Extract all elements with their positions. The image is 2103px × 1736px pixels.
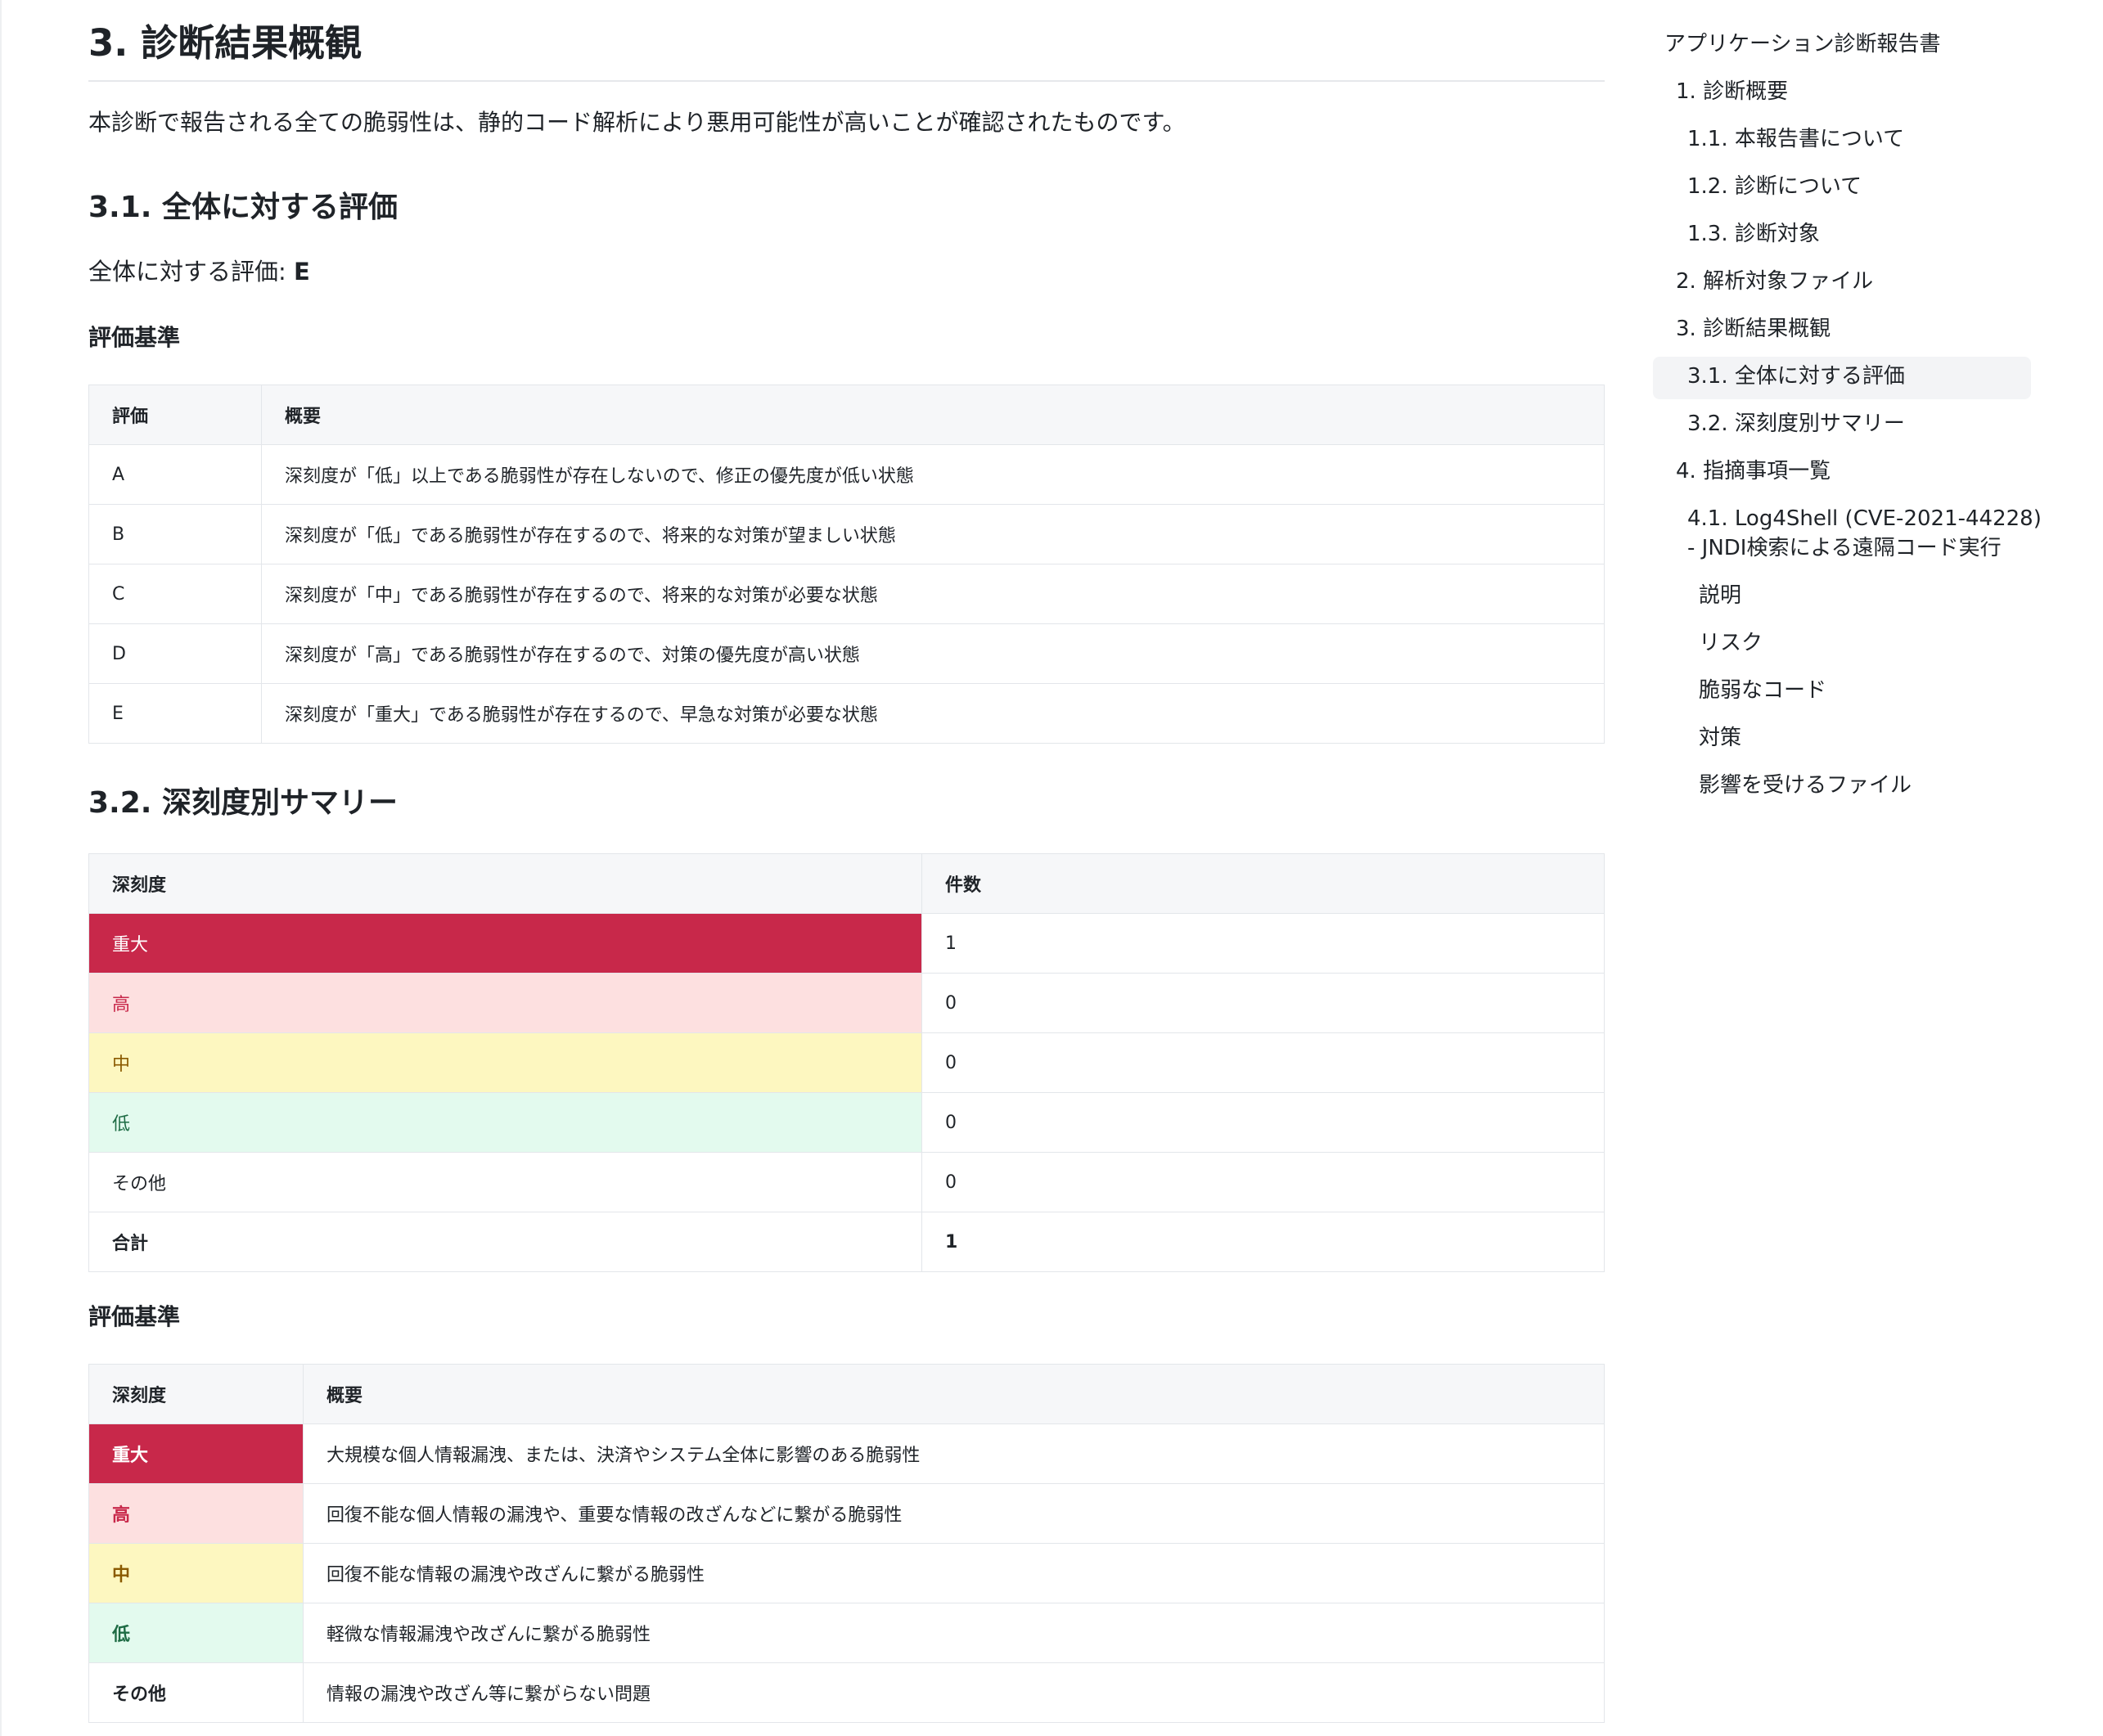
severity-cell-low: 低 — [88, 1603, 304, 1663]
desc-cell: 深刻度が「高」である脆弱性が存在するので、対策の優先度が高い状態 — [261, 623, 1605, 684]
severity-cell-critical: 重大 — [88, 1423, 304, 1484]
desc-cell: 回復不能な情報の漏洩や改ざんに繋がる脆弱性 — [303, 1543, 1605, 1603]
desc-cell: 深刻度が「中」である脆弱性が存在するので、将来的な対策が必要な状態 — [261, 564, 1605, 624]
overall-rating-value: E — [294, 258, 310, 286]
grade-cell: E — [88, 683, 262, 744]
count-cell: 0 — [921, 1152, 1605, 1212]
table-row: 高0 — [88, 973, 1605, 1033]
toc-link-risk[interactable]: リスク — [1699, 628, 1763, 658]
toc-title-link[interactable]: アプリケーション診断報告書 — [1664, 29, 1940, 59]
overall-heading: 3.1. 全体に対する評価 — [88, 191, 398, 224]
desc-cell: 深刻度が「重大」である脆弱性が存在するので、早急な対策が必要な状態 — [261, 683, 1605, 744]
column-header: 評価 — [88, 385, 262, 445]
toc-link-3-1[interactable]: 3.1. 全体に対する評価 — [1687, 362, 1905, 391]
severity-cell-high: 高 — [88, 973, 922, 1033]
table-header-row: 深刻度 概要 — [88, 1364, 1605, 1424]
total-label-cell: 合計 — [88, 1212, 922, 1272]
table-row: その他 情報の漏洩や改ざん等に繋がらない問題 — [88, 1662, 1605, 1723]
toc-link-4[interactable]: 4. 指摘事項一覧 — [1676, 456, 1831, 486]
desc-cell: 回復不能な個人情報の漏洩や、重要な情報の改ざんなどに繋がる脆弱性 — [303, 1483, 1605, 1544]
severity-cell-other: その他 — [88, 1152, 922, 1212]
toc-link-countermeasure[interactable]: 対策 — [1699, 723, 1741, 753]
toc-link-3[interactable]: 3. 診断結果概観 — [1676, 314, 1831, 344]
column-header: 件数 — [921, 853, 1605, 914]
table-row: 低軽微な情報漏洩や改ざんに繋がる脆弱性 — [88, 1603, 1605, 1663]
toc-link-vulnerable-code[interactable]: 脆弱なコード — [1699, 676, 1826, 705]
table-row: D 深刻度が「高」である脆弱性が存在するので、対策の優先度が高い状態 — [88, 623, 1605, 684]
toc-link-2[interactable]: 2. 解析対象ファイル — [1676, 267, 1873, 296]
table-row: 重大 1 — [88, 913, 1605, 974]
table-row: A 深刻度が「低」以上である脆弱性が存在しないので、修正の優先度が低い状態 — [88, 444, 1605, 505]
count-cell: 0 — [921, 973, 1605, 1033]
severity-cell-medium: 中 — [88, 1543, 304, 1603]
table-row: その他 0 — [88, 1152, 1605, 1212]
desc-cell: 深刻度が「低」以上である脆弱性が存在しないので、修正の優先度が低い状態 — [261, 444, 1605, 505]
grade-cell: D — [88, 623, 262, 684]
desc-cell: 大規模な個人情報漏洩、または、決済やシステム全体に影響のある脆弱性 — [303, 1423, 1605, 1484]
table-row-total: 合計 1 — [88, 1212, 1605, 1272]
column-header: 概要 — [303, 1364, 1605, 1424]
grade-cell: A — [88, 444, 262, 505]
desc-cell: 情報の漏洩や改ざん等に繋がらない問題 — [303, 1662, 1605, 1723]
column-header: 深刻度 — [88, 1364, 304, 1424]
desc-cell: 深刻度が「低」である脆弱性が存在するので、将来的な対策が望ましい状態 — [261, 504, 1605, 564]
table-row: 重大 大規模な個人情報漏洩、または、決済やシステム全体に影響のある脆弱性 — [88, 1423, 1605, 1484]
table-row: B 深刻度が「低」である脆弱性が存在するので、将来的な対策が望ましい状態 — [88, 504, 1605, 564]
grade-cell: B — [88, 504, 262, 564]
desc-cell: 軽微な情報漏洩や改ざんに繋がる脆弱性 — [303, 1603, 1605, 1663]
toc-link-1-3[interactable]: 1.3. 診断対象 — [1687, 219, 1820, 249]
left-border — [0, 0, 2, 1736]
count-cell: 0 — [921, 1092, 1605, 1153]
toc-link-3-2[interactable]: 3.2. 深刻度別サマリー — [1687, 409, 1905, 438]
severity-criteria-heading: 評価基準 — [88, 1303, 181, 1330]
severity-cell-high: 高 — [88, 1483, 304, 1544]
toc-link-description[interactable]: 説明 — [1699, 581, 1741, 610]
table-header-row: 深刻度 件数 — [88, 853, 1605, 914]
toc-link-1[interactable]: 1. 診断概要 — [1676, 77, 1788, 106]
column-header: 概要 — [261, 385, 1605, 445]
table-row: 低0 — [88, 1092, 1605, 1153]
grade-cell: C — [88, 564, 262, 624]
table-row: 高回復不能な個人情報の漏洩や、重要な情報の改ざんなどに繋がる脆弱性 — [88, 1483, 1605, 1544]
severity-summary-table: 深刻度 件数 重大 1 高0 中0 低0 その他 0 合計 1 — [88, 853, 1605, 1272]
total-count-cell: 1 — [921, 1212, 1605, 1272]
overall-rating: 全体に対する評価: E — [88, 255, 310, 288]
count-cell: 0 — [921, 1032, 1605, 1093]
severity-criteria-table: 深刻度 概要 重大 大規模な個人情報漏洩、または、決済やシステム全体に影響のある脆… — [88, 1364, 1605, 1723]
toc-link-4-1[interactable]: 4.1. Log4Shell (CVE-2021-44228) — [1687, 504, 2042, 533]
page-title: 3. 診断結果概観 — [88, 0, 1605, 82]
table-row: 中0 — [88, 1032, 1605, 1093]
grade-criteria-heading: 評価基準 — [88, 324, 181, 351]
intro-text: 本診断で報告される全ての脆弱性は、静的コード解析により悪用可能性が高いことが確認… — [88, 109, 1186, 136]
toc-link-4-1-cont[interactable]: - JNDI検索による遠隔コード実行 — [1687, 533, 2002, 563]
toc-link-1-2[interactable]: 1.2. 診断について — [1687, 172, 1862, 201]
table-row: C 深刻度が「中」である脆弱性が存在するので、将来的な対策が必要な状態 — [88, 564, 1605, 624]
summary-heading: 3.2. 深刻度別サマリー — [88, 786, 398, 820]
table-row: E 深刻度が「重大」である脆弱性が存在するので、早急な対策が必要な状態 — [88, 683, 1605, 744]
grade-criteria-table: 評価 概要 A 深刻度が「低」以上である脆弱性が存在しないので、修正の優先度が低い… — [88, 385, 1605, 744]
toc-link-1-1[interactable]: 1.1. 本報告書について — [1687, 124, 1904, 154]
main-content: 3. 診断結果概観 本診断で報告される全ての脆弱性は、静的コード解析により悪用可… — [88, 0, 1605, 1723]
severity-cell-low: 低 — [88, 1092, 922, 1153]
toc-link-affected-files[interactable]: 影響を受けるファイル — [1699, 771, 1912, 800]
severity-cell-medium: 中 — [88, 1032, 922, 1093]
count-cell: 1 — [921, 913, 1605, 974]
table-row: 中回復不能な情報の漏洩や改ざんに繋がる脆弱性 — [88, 1543, 1605, 1603]
severity-cell-critical: 重大 — [88, 913, 922, 974]
overall-rating-label: 全体に対する評価: — [88, 258, 294, 286]
column-header: 深刻度 — [88, 853, 922, 914]
table-header-row: 評価 概要 — [88, 385, 1605, 445]
severity-cell-other: その他 — [88, 1662, 304, 1723]
